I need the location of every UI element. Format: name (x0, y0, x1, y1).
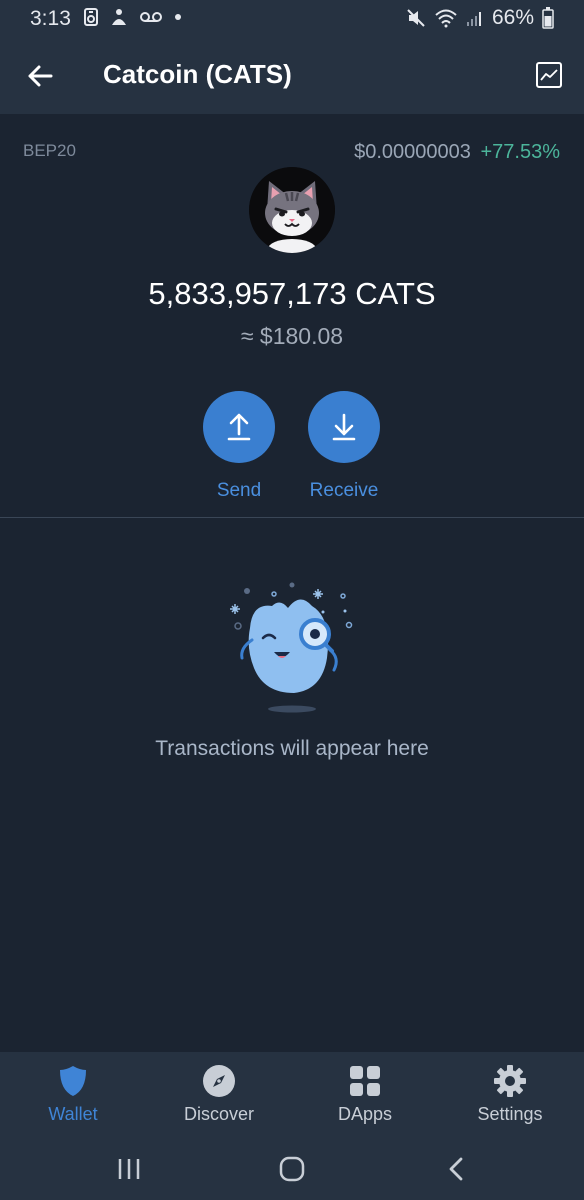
receive-label[interactable]: Receive (294, 480, 394, 502)
nav-item-settings[interactable]: Settings (455, 1064, 565, 1125)
price-row: $0.00000003 +77.53% (354, 141, 560, 164)
chart-icon (540, 69, 558, 81)
nav-item-discover[interactable]: Discover (164, 1064, 274, 1125)
home-icon (279, 1156, 305, 1182)
nav-label-discover: Discover (183, 1104, 254, 1124)
empty-state-message: Transactions will appear here (155, 737, 429, 760)
chart-button[interactable] (536, 62, 562, 88)
shield-icon (60, 1066, 86, 1096)
network-label: BEP20 (23, 141, 76, 160)
home-button[interactable] (272, 1152, 312, 1186)
status-time: 3:13 (30, 7, 71, 30)
sim-icon (84, 8, 98, 26)
token-logo (249, 167, 335, 253)
mascot-magnifier-icon (230, 582, 353, 713)
system-nav-bar (0, 1138, 584, 1200)
grid-icon (350, 1066, 380, 1096)
send-action: Send (189, 391, 289, 502)
receive-action: Receive (294, 391, 394, 502)
recents-icon (118, 1159, 140, 1179)
status-icons-right: 66% (406, 6, 554, 30)
nav-label-dapps: DApps (337, 1104, 393, 1124)
signal-icon (466, 9, 484, 27)
empty-state-illustration (222, 578, 362, 718)
cat-logo-icon (249, 167, 335, 253)
nav-item-dapps[interactable]: DApps (310, 1064, 420, 1125)
price-change: +77.53% (480, 141, 560, 163)
nav-item-wallet[interactable]: Wallet (18, 1064, 128, 1125)
send-button[interactable] (203, 391, 275, 463)
upload-arrow-icon (227, 413, 251, 441)
token-balance: 5,833,957,173 CATS (148, 276, 436, 311)
nav-label-settings: Settings (477, 1104, 543, 1124)
recents-button[interactable] (109, 1152, 149, 1186)
gear-icon (494, 1065, 526, 1097)
download-arrow-icon (332, 413, 356, 441)
battery-percent: 66% (491, 6, 534, 29)
send-label[interactable]: Send (189, 480, 289, 502)
back-arrow-icon (28, 65, 53, 87)
voicemail-icon (140, 11, 162, 23)
battery-icon (542, 7, 554, 29)
system-back-button[interactable] (436, 1152, 476, 1186)
app-bar: Catcoin (CATS) (0, 38, 584, 114)
token-price: $0.00000003 (354, 141, 471, 163)
token-header: BEP20 $0.00000003 +77.53% 5,833,957,173 … (0, 114, 584, 518)
fiat-balance: ≈ $180.08 (240, 323, 344, 349)
bottom-nav: Wallet Discover DApps Settings (0, 1052, 584, 1138)
status-bar: 3:13 66% (0, 0, 584, 38)
nav-label-wallet: Wallet (48, 1104, 98, 1124)
back-button[interactable] (22, 58, 58, 94)
dot-icon (174, 13, 182, 21)
compass-icon (203, 1065, 235, 1097)
notification-icon (110, 7, 128, 27)
chevron-left-icon (449, 1157, 463, 1181)
wifi-icon (434, 8, 458, 28)
status-icons-left (84, 7, 182, 27)
mute-icon (406, 8, 426, 28)
receive-button[interactable] (308, 391, 380, 463)
page-title: Catcoin (CATS) (103, 59, 292, 89)
